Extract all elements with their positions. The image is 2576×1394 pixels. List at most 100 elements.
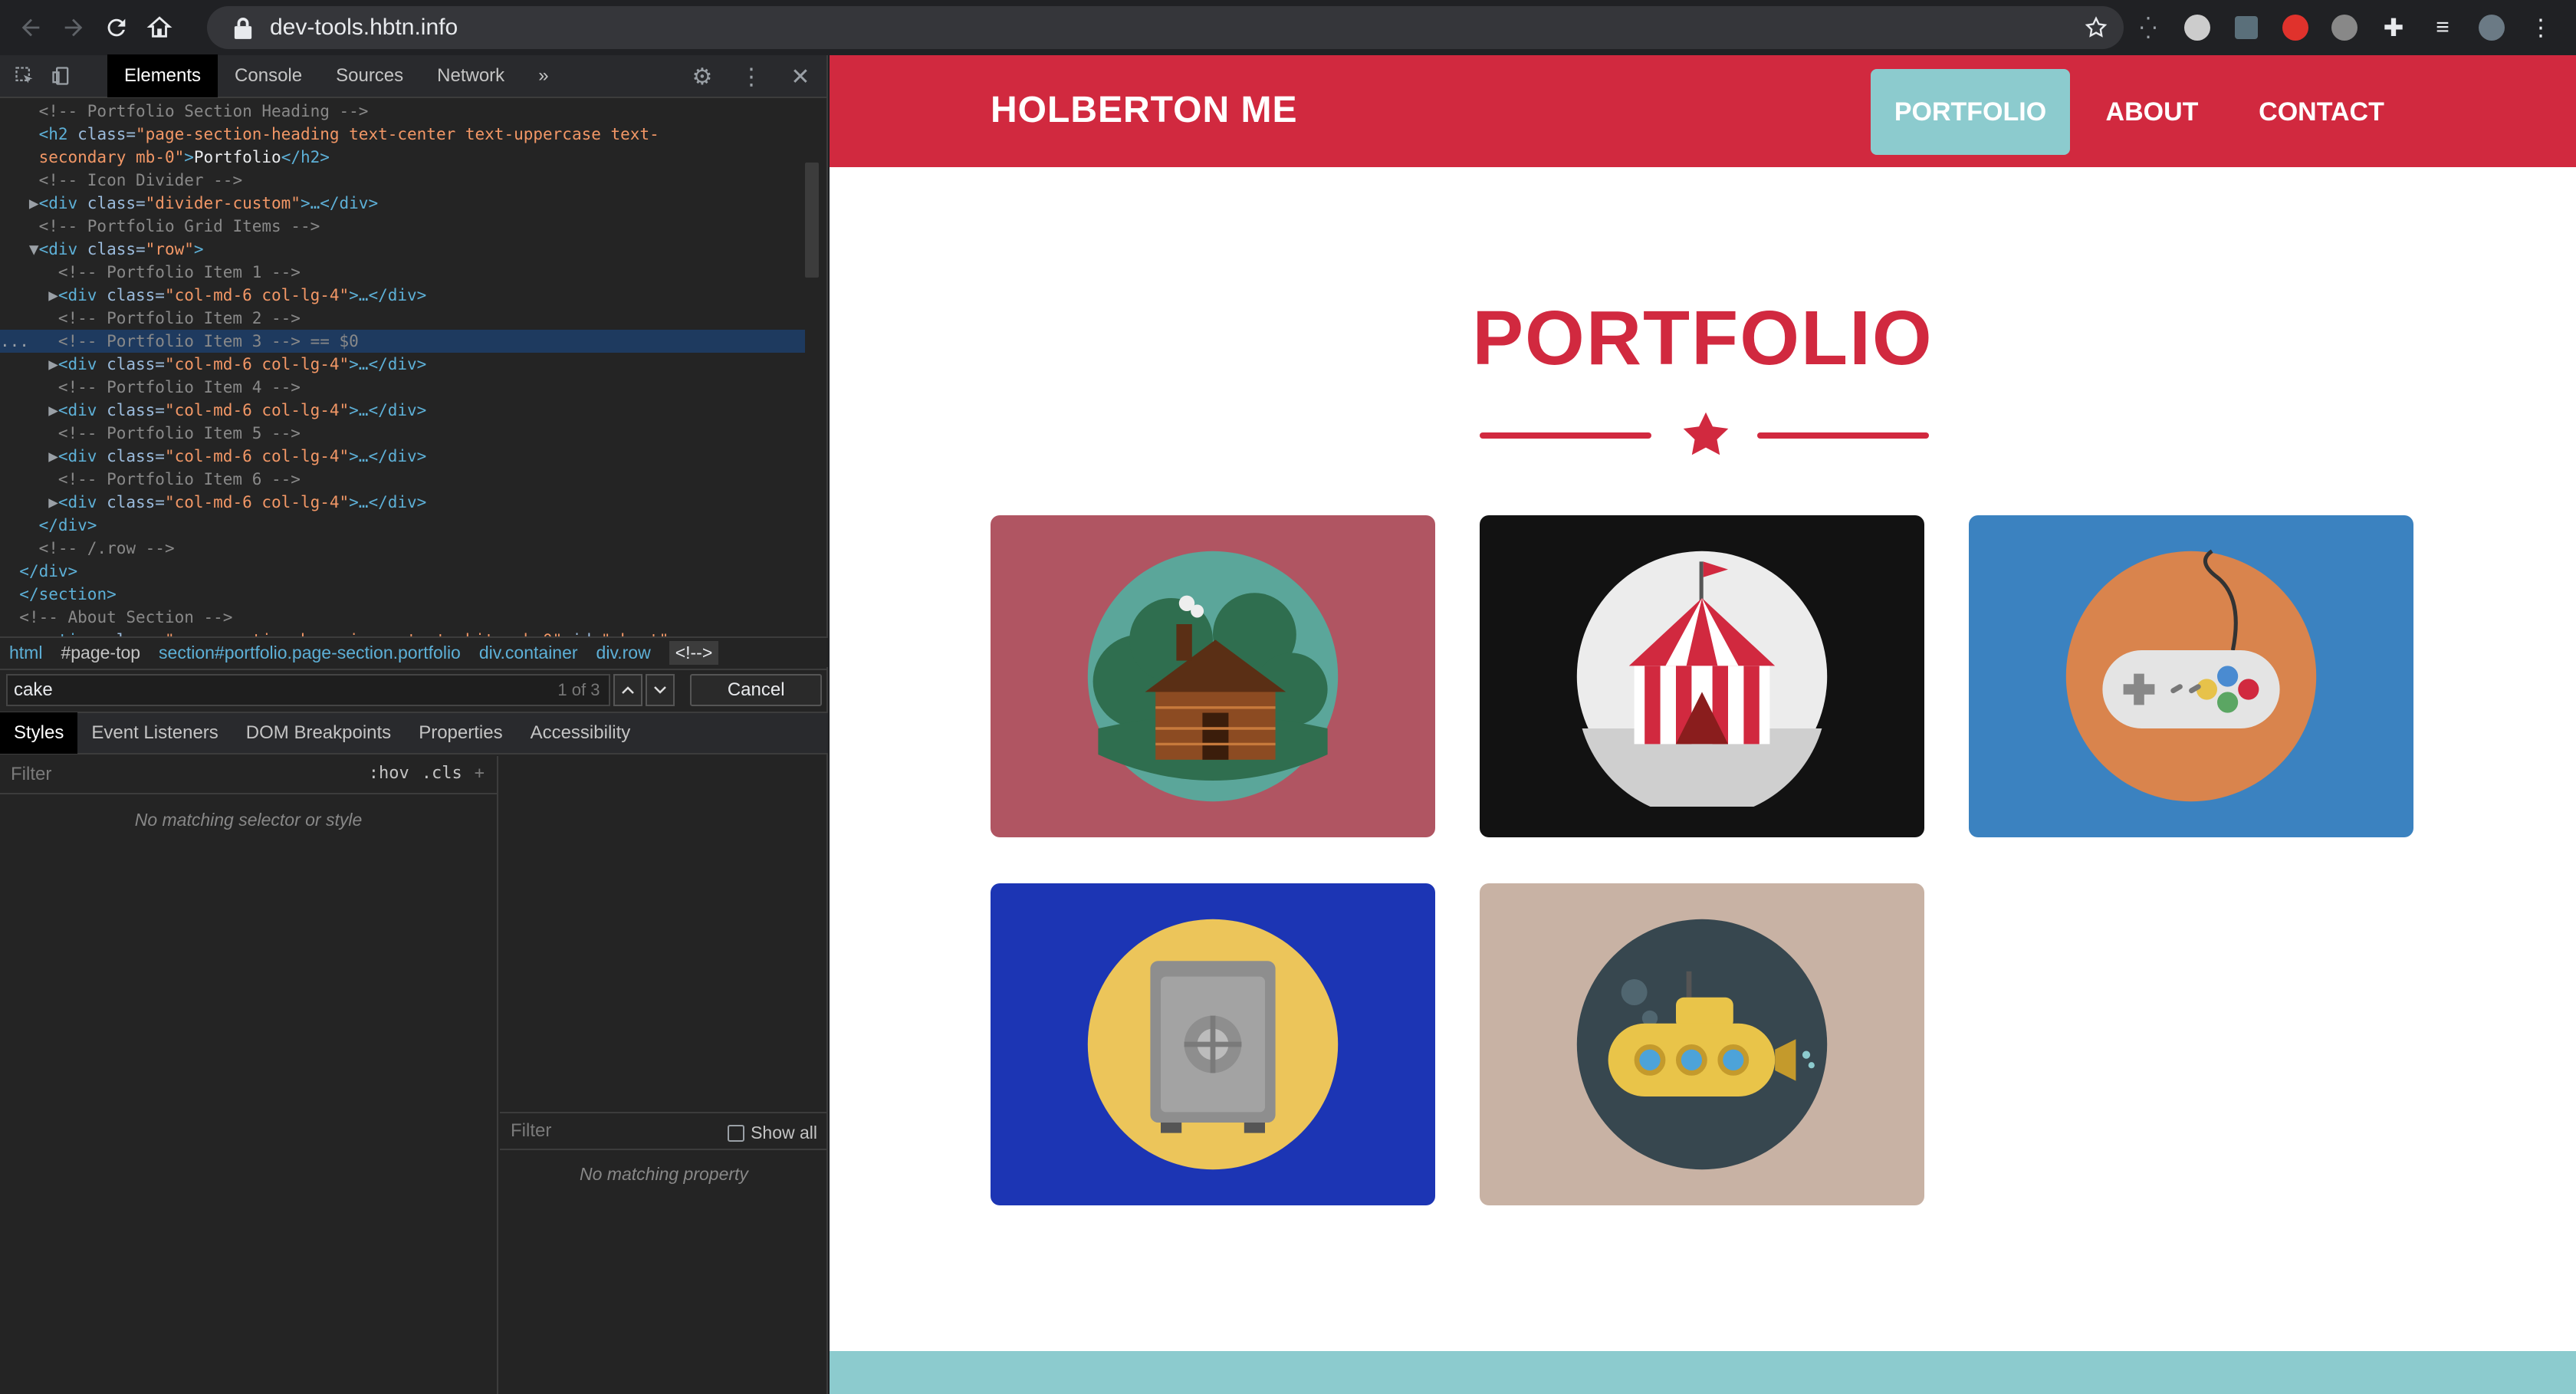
dom-tree-line[interactable]: ▶<div class="col-md-6 col-lg-4">…</div> — [0, 445, 805, 468]
subtab-event-listeners[interactable]: Event Listeners — [77, 712, 232, 754]
submarine-icon — [1576, 919, 1828, 1170]
dom-tree-line[interactable]: <!-- /.row --> — [0, 537, 805, 560]
hover-state-toggle[interactable]: :hov — [369, 764, 409, 783]
dom-token: class= — [107, 493, 165, 511]
dom-tree-indent: ▼ — [0, 240, 39, 258]
breadcrumb-section[interactable]: section#portfolio.page-section.portfolio — [159, 643, 461, 663]
subtab-styles[interactable]: Styles — [0, 712, 78, 754]
dom-tree-indent — [0, 424, 58, 442]
tab-elements[interactable]: Elements — [107, 54, 219, 97]
breadcrumb-html[interactable]: html — [9, 643, 42, 663]
new-rule-plus-icon[interactable]: + — [475, 764, 485, 783]
breadcrumb-row[interactable]: div.row — [596, 643, 651, 663]
portfolio-item-safe[interactable] — [991, 883, 1435, 1205]
dom-tree-line[interactable]: secondary mb-0">Portfolio</h2> — [0, 146, 805, 169]
dom-tree-line[interactable]: <!-- Portfolio Item 2 --> — [0, 307, 805, 330]
dom-tree-scrollbar[interactable] — [805, 163, 819, 278]
dom-tree-line[interactable]: <!-- Portfolio Item 4 --> — [0, 376, 805, 399]
dom-tree-line[interactable]: ▶<div class="col-md-6 col-lg-4">…</div> — [0, 491, 805, 514]
extension-dots-icon[interactable]: ⁛ — [2131, 11, 2165, 44]
dom-tree-line[interactable]: </section> — [0, 583, 805, 606]
dom-search-input[interactable]: cake 1 of 3 — [6, 674, 611, 706]
dom-tree-line[interactable]: ▶<div class="col-md-6 col-lg-4">…</div> — [0, 399, 805, 422]
subtab-properties[interactable]: Properties — [405, 712, 516, 754]
tab-network[interactable]: Network — [420, 54, 521, 97]
dom-token: >…</div> — [300, 194, 379, 212]
class-toggle[interactable]: .cls — [422, 764, 462, 783]
dom-tree-line[interactable]: ▶<div class="divider-custom">…</div> — [0, 192, 805, 215]
reload-icon[interactable] — [95, 6, 138, 49]
dom-token: "col-md-6 col-lg-4" — [164, 355, 350, 373]
dom-tree-line[interactable]: <!-- Portfolio Grid Items --> — [0, 215, 805, 238]
media-queue-icon[interactable]: ≡ — [2426, 11, 2459, 44]
extension-pen-icon[interactable] — [2229, 11, 2263, 44]
portfolio-item-game-controller[interactable] — [1969, 515, 2413, 837]
search-cancel-button[interactable]: Cancel — [690, 674, 823, 706]
dom-tree-line[interactable]: <!-- Icon Divider --> — [0, 169, 805, 192]
dom-tree-line[interactable]: ... <!-- Portfolio Item 3 --> == $0 — [0, 330, 805, 353]
profile-avatar[interactable] — [2475, 11, 2509, 44]
site-brand[interactable]: HOLBERTON ME — [991, 89, 1297, 131]
inspect-element-icon[interactable] — [6, 58, 43, 94]
styles-filter[interactable]: Filter :hov .cls + — [0, 756, 497, 794]
dom-tree-line[interactable]: <!-- Portfolio Item 1 --> — [0, 261, 805, 284]
divider-line-right — [1757, 432, 1929, 439]
subtab-dom-breakpoints[interactable]: DOM Breakpoints — [232, 712, 405, 754]
dom-tree-indent — [0, 309, 58, 327]
breadcrumb-page-top[interactable]: #page-top — [61, 643, 140, 663]
extension-shield-icon[interactable] — [2279, 11, 2312, 44]
dom-tree-line[interactable]: ▶<div class="col-md-6 col-lg-4">…</div> — [0, 353, 805, 376]
dom-tree-line[interactable]: </div> — [0, 514, 805, 537]
dom-tree-line[interactable]: ▶<section class="page-section bg-primary… — [0, 629, 805, 636]
nav-about[interactable]: ABOUT — [2095, 69, 2210, 155]
dom-tree[interactable]: <!-- Portfolio Section Heading --> <h2 c… — [0, 100, 805, 636]
close-devtools-icon[interactable]: ✕ — [782, 58, 819, 95]
home-icon[interactable] — [138, 6, 181, 49]
dom-tree-line[interactable]: <h2 class="page-section-heading text-cen… — [0, 123, 805, 146]
show-all-toggle[interactable]: Show all — [728, 1123, 817, 1143]
computed-empty-message: No matching property — [580, 1164, 748, 1184]
dom-tree-line[interactable]: <!-- About Section --> — [0, 606, 805, 629]
menu-kebab-icon[interactable]: ⋮ — [2524, 11, 2558, 44]
settings-gear-icon[interactable]: ⚙ — [684, 58, 721, 95]
computed-filter[interactable]: Filter Show all — [500, 1112, 828, 1150]
show-all-checkbox[interactable] — [728, 1124, 745, 1142]
nav-portfolio[interactable]: PORTFOLIO — [1871, 69, 2070, 155]
dom-tree-indent — [0, 102, 39, 120]
tab-overflow-chevron[interactable]: » — [521, 54, 565, 97]
dom-token: class= — [107, 286, 165, 304]
portfolio-item-circus-tent[interactable] — [1480, 515, 1924, 837]
extensions-puzzle-icon[interactable]: ✚ — [2377, 11, 2410, 44]
portfolio-item-cabin[interactable] — [991, 515, 1435, 837]
tab-console[interactable]: Console — [218, 54, 319, 97]
extension-ghost-icon[interactable] — [2328, 11, 2361, 44]
address-bar[interactable]: dev-tools.hbtn.info — [207, 6, 2124, 49]
nav-contact[interactable]: CONTACT — [2245, 69, 2398, 155]
breadcrumb-comment[interactable]: <!--> — [669, 640, 719, 665]
dom-tree-line[interactable]: ▼<div class="row"> — [0, 238, 805, 261]
device-toolbar-icon[interactable] — [43, 58, 80, 94]
devtools-menu-icon[interactable]: ⋮ — [733, 58, 770, 95]
search-next-button[interactable] — [646, 674, 675, 706]
portfolio-item-submarine[interactable] — [1480, 883, 1924, 1205]
dom-token: > — [184, 148, 194, 166]
tab-sources[interactable]: Sources — [319, 54, 420, 97]
extension-globe-icon[interactable] — [2180, 11, 2214, 44]
dom-tree-line[interactable]: ▶<div class="col-md-6 col-lg-4">…</div> — [0, 284, 805, 307]
bookmark-star-icon[interactable] — [2084, 15, 2108, 40]
dom-tree-line[interactable]: <!-- Portfolio Item 6 --> — [0, 468, 805, 491]
forward-icon[interactable] — [52, 6, 95, 49]
breadcrumb-container[interactable]: div.container — [479, 643, 578, 663]
star-icon — [1683, 412, 1729, 455]
dom-tree-indent — [0, 539, 39, 557]
subtab-accessibility[interactable]: Accessibility — [517, 712, 645, 754]
dom-token: "col-md-6 col-lg-4" — [164, 286, 350, 304]
dom-tree-line[interactable]: <!-- Portfolio Item 5 --> — [0, 422, 805, 445]
search-previous-button[interactable] — [613, 674, 643, 706]
dom-token: <!-- Portfolio Section Heading --> — [38, 102, 369, 120]
dom-tree-line[interactable]: <!-- Portfolio Section Heading --> — [0, 100, 805, 123]
dom-token: >…</div> — [349, 401, 427, 419]
dom-tree-line[interactable]: </div> — [0, 560, 805, 583]
back-icon[interactable] — [9, 6, 52, 49]
section-title: PORTFOLIO — [1472, 295, 1934, 381]
